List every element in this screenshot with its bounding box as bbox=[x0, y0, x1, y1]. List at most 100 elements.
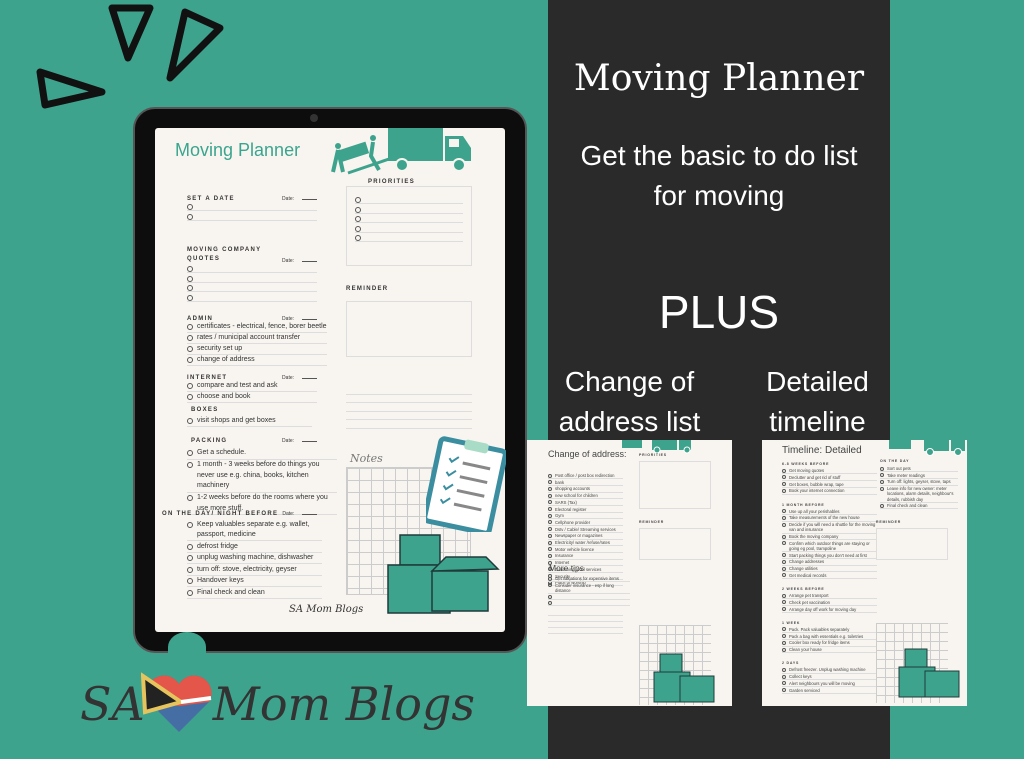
checkbox-circle-icon[interactable] bbox=[187, 383, 193, 389]
checklist-item[interactable] bbox=[187, 293, 317, 302]
checkbox-circle-icon[interactable] bbox=[548, 576, 552, 581]
checkbox-circle-icon[interactable] bbox=[187, 543, 193, 550]
checkbox-circle-icon[interactable] bbox=[187, 589, 193, 596]
checkbox-circle-icon[interactable] bbox=[548, 500, 552, 505]
checkbox-circle-icon[interactable] bbox=[355, 216, 361, 222]
checkbox-circle-icon[interactable] bbox=[187, 522, 193, 528]
checklist-item[interactable]: Pack a bag with essentials e.g. toiletri… bbox=[782, 634, 877, 640]
checklist-item[interactable]: compare and test and ask bbox=[187, 381, 317, 392]
checkbox-circle-icon[interactable] bbox=[548, 493, 552, 498]
checklist-item[interactable]: Book the moving company bbox=[782, 534, 877, 541]
checklist-item[interactable]: Newspaper or magazines bbox=[548, 533, 623, 540]
checklist-item[interactable]: Clean your house bbox=[782, 647, 877, 654]
checklist-item[interactable] bbox=[187, 202, 317, 211]
checkbox-circle-icon[interactable] bbox=[355, 225, 361, 232]
checkbox-circle-icon[interactable] bbox=[187, 495, 193, 501]
checklist-item[interactable]: Final check and clean bbox=[187, 588, 322, 599]
checkbox-circle-icon[interactable] bbox=[782, 634, 786, 639]
checklist-item[interactable]: Pack. Pack valuables separately bbox=[782, 627, 877, 634]
checkbox-circle-icon[interactable] bbox=[187, 285, 193, 291]
checkbox-circle-icon[interactable] bbox=[548, 540, 552, 545]
checklist-item[interactable]: Post office / post box redirection bbox=[548, 473, 623, 480]
checklist-item[interactable]: Turn off: lights, geyser, stove, taps bbox=[880, 479, 958, 486]
checkbox-circle-icon[interactable] bbox=[548, 553, 552, 558]
checklist-item[interactable]: shopping accounts bbox=[548, 486, 623, 493]
checkbox-circle-icon[interactable] bbox=[782, 553, 786, 558]
checklist-item[interactable]: rates / municipal account transfer bbox=[187, 333, 327, 344]
checklist-item[interactable] bbox=[355, 224, 463, 233]
checklist-item[interactable]: Motor vehicle licence bbox=[548, 547, 623, 553]
checklist-item[interactable]: Defrost freezer. Unplug washing machine bbox=[782, 667, 877, 674]
checkbox-circle-icon[interactable] bbox=[782, 475, 786, 480]
checklist-item[interactable]: Take meter readings bbox=[880, 473, 958, 479]
checklist-item[interactable]: Arrange day off work for moving day bbox=[782, 607, 877, 613]
checkbox-circle-icon[interactable] bbox=[548, 547, 552, 552]
checklist-item[interactable]: Leave info for new owner: meter location… bbox=[880, 486, 958, 503]
checkbox-circle-icon[interactable] bbox=[782, 566, 786, 571]
checklist-item[interactable]: Take measurements of the new house bbox=[782, 515, 877, 522]
reminder-box[interactable] bbox=[346, 301, 472, 357]
checkbox-circle-icon[interactable] bbox=[187, 555, 193, 561]
checkbox-circle-icon[interactable] bbox=[782, 515, 786, 520]
checkbox-circle-icon[interactable] bbox=[187, 324, 193, 330]
checkbox-circle-icon[interactable] bbox=[355, 206, 361, 213]
checkbox-circle-icon[interactable] bbox=[880, 486, 884, 491]
checklist-item[interactable]: 1 month - 3 weeks before do things you n… bbox=[187, 460, 337, 493]
checkbox-circle-icon[interactable] bbox=[782, 522, 786, 527]
checklist-item[interactable]: Cooler box ready for fridge items bbox=[782, 640, 877, 647]
checklist-item[interactable] bbox=[187, 283, 317, 292]
checklist-item[interactable] bbox=[355, 214, 463, 223]
checkbox-circle-icon[interactable] bbox=[782, 559, 786, 564]
checkbox-circle-icon[interactable] bbox=[187, 346, 193, 352]
checklist-item[interactable]: Use up all your perishables bbox=[782, 509, 877, 515]
checklist-item[interactable]: Collect keys bbox=[782, 674, 877, 681]
checklist-item[interactable]: Alert neighbours you will be moving bbox=[782, 681, 877, 688]
checklist-item[interactable]: Electoral register bbox=[548, 507, 623, 513]
checkbox-circle-icon[interactable] bbox=[782, 600, 786, 605]
checkbox-circle-icon[interactable] bbox=[187, 213, 193, 220]
checkbox-circle-icon[interactable] bbox=[187, 335, 193, 341]
checkbox-circle-icon[interactable] bbox=[187, 275, 193, 282]
checkbox-circle-icon[interactable] bbox=[880, 479, 884, 484]
checkbox-circle-icon[interactable] bbox=[548, 473, 552, 478]
checklist-item[interactable]: Handover keys bbox=[187, 576, 322, 587]
checkbox-circle-icon[interactable] bbox=[782, 674, 786, 679]
checkbox-circle-icon[interactable] bbox=[782, 688, 786, 693]
checkbox-circle-icon[interactable] bbox=[880, 503, 884, 508]
checklist-item[interactable]: Confirm which outdoor things are staying… bbox=[782, 541, 877, 553]
checklist-item[interactable] bbox=[355, 205, 463, 214]
checkbox-circle-icon[interactable] bbox=[548, 480, 552, 485]
checklist-item[interactable]: Change addresses bbox=[782, 559, 877, 566]
checklist-item[interactable]: Get a schedule. bbox=[187, 448, 337, 460]
checkbox-circle-icon[interactable] bbox=[880, 473, 884, 478]
checkbox-circle-icon[interactable] bbox=[782, 647, 786, 652]
checkbox-circle-icon[interactable] bbox=[548, 486, 552, 491]
checklist-item[interactable]: Final check and clean bbox=[880, 503, 958, 510]
checkbox-circle-icon[interactable] bbox=[782, 488, 786, 493]
checklist-item[interactable]: Dstv / Cable/ Streaming services bbox=[548, 527, 623, 533]
checkbox-circle-icon[interactable] bbox=[782, 627, 786, 632]
checklist-item[interactable]: Consider insurance - esp if long distanc… bbox=[548, 583, 630, 595]
checkbox-circle-icon[interactable] bbox=[782, 482, 786, 487]
checklist-item[interactable] bbox=[355, 195, 463, 204]
checklist-item[interactable]: Get medical records bbox=[782, 573, 877, 579]
checkbox-circle-icon[interactable] bbox=[782, 541, 786, 546]
checkbox-circle-icon[interactable] bbox=[782, 593, 786, 598]
checkbox-circle-icon[interactable] bbox=[782, 534, 786, 539]
checklist-item[interactable]: Book your internet connection bbox=[782, 488, 877, 495]
checklist-item[interactable] bbox=[355, 233, 463, 242]
checkbox-circle-icon[interactable] bbox=[187, 566, 193, 573]
checkbox-circle-icon[interactable] bbox=[548, 601, 552, 606]
checklist-item[interactable]: security set up bbox=[187, 344, 327, 355]
checklist-item[interactable]: visit shops and get boxes bbox=[187, 416, 312, 427]
checkbox-circle-icon[interactable] bbox=[782, 607, 786, 612]
checklist-item[interactable]: turn off: stove, electricity, geyser bbox=[187, 565, 322, 576]
checkbox-circle-icon[interactable] bbox=[782, 468, 786, 473]
checklist-item[interactable]: SARS (Tax) bbox=[548, 500, 623, 507]
checklist-item[interactable] bbox=[548, 595, 630, 601]
checklist-item[interactable]: choose and book bbox=[187, 392, 317, 403]
checklist-item[interactable] bbox=[187, 212, 317, 221]
checkbox-circle-icon[interactable] bbox=[782, 509, 786, 514]
checklist-item[interactable]: Get boxes, bubble wrap, tape bbox=[782, 482, 877, 488]
checkbox-circle-icon[interactable] bbox=[548, 507, 552, 512]
